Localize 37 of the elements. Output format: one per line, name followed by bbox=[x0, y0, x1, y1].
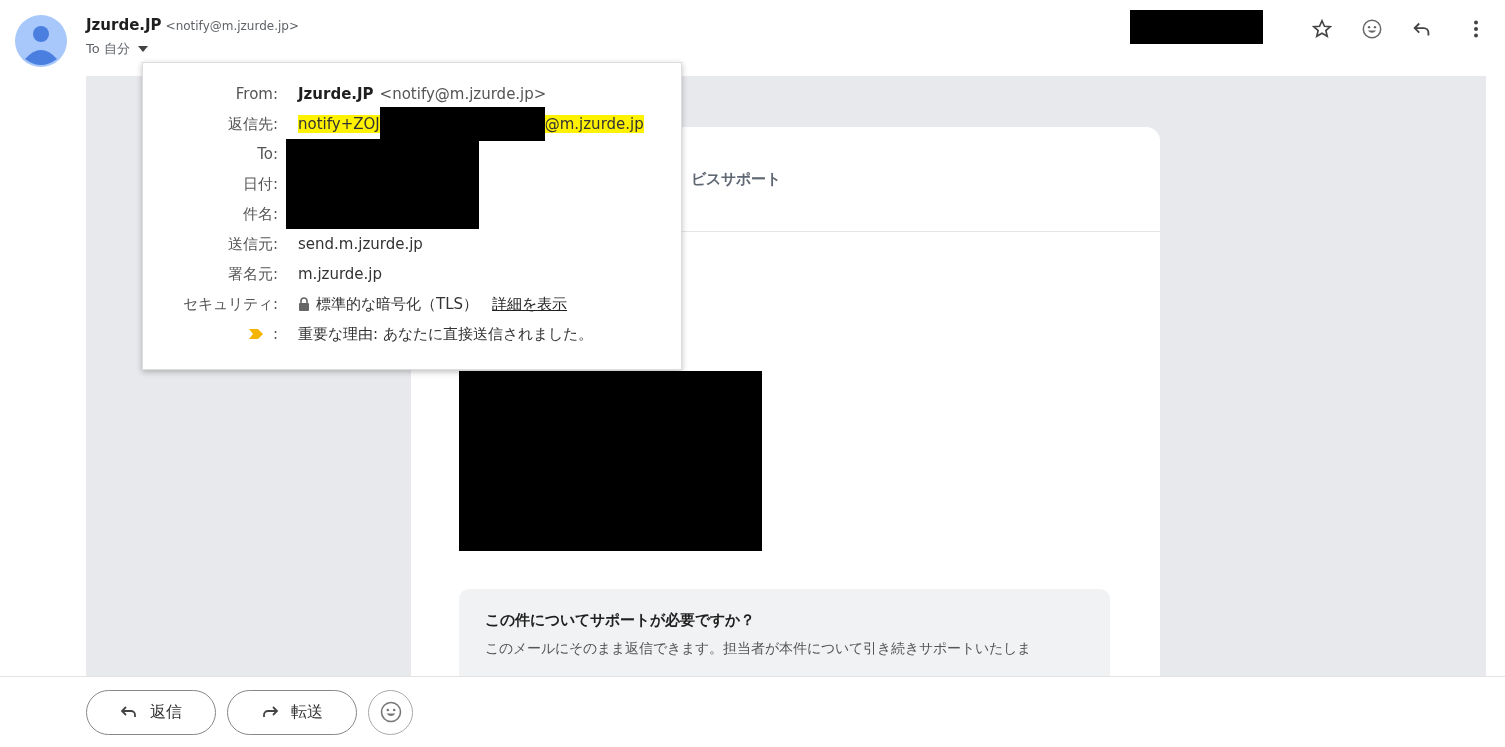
reply-to-address: notify+ZOJ bbox=[298, 115, 380, 133]
importance-marker-icon bbox=[248, 329, 263, 339]
more-icon[interactable] bbox=[1473, 20, 1479, 38]
field-label: 返信先: bbox=[227, 114, 278, 134]
field-label: 署名元: bbox=[227, 264, 278, 284]
sender-email: <notify@m.jzurde.jp> bbox=[165, 19, 300, 33]
support-text: このメールにそのまま返信できます。担当者が本件について引き続きサポートいたしま bbox=[485, 640, 1032, 658]
forward-icon bbox=[261, 705, 279, 719]
support-title: この件についてサポートが必要ですか？ bbox=[485, 611, 756, 630]
star-icon[interactable] bbox=[1311, 18, 1333, 40]
caret-icon[interactable] bbox=[137, 46, 148, 52]
field-label: To: bbox=[257, 145, 278, 163]
forward-button[interactable]: 転送 bbox=[227, 689, 357, 735]
reply-button[interactable]: 返信 bbox=[86, 689, 216, 735]
reply-to-domain: @m.jzurde.jp bbox=[544, 115, 644, 133]
field-label: セキュリティ: bbox=[182, 294, 278, 314]
banner-text: ビスサポート bbox=[691, 169, 781, 189]
field-value: 標準的な暗号化（TLS） bbox=[316, 294, 479, 314]
field-label: 日付: bbox=[242, 174, 278, 194]
recipient-label: To 自分 bbox=[86, 40, 130, 58]
field-label: 件名: bbox=[242, 204, 278, 224]
reply-icon bbox=[120, 705, 138, 719]
field-label: From: bbox=[235, 85, 278, 103]
sender-name: Jzurde.JP bbox=[298, 85, 374, 103]
emoji-icon[interactable] bbox=[1361, 18, 1383, 40]
sender-email: <notify@m.jzurde.jp> bbox=[379, 85, 547, 103]
field-label: 送信元: bbox=[227, 234, 278, 254]
avatar-icon bbox=[15, 15, 67, 67]
lock-icon bbox=[298, 297, 310, 311]
field-value: send.m.jzurde.jp bbox=[298, 235, 423, 253]
emoji-button[interactable] bbox=[368, 689, 413, 735]
field-label: : bbox=[272, 325, 278, 343]
details-link[interactable]: 詳細を表示 bbox=[492, 294, 568, 314]
emoji-icon bbox=[378, 700, 403, 724]
field-value: m.jzurde.jp bbox=[298, 265, 383, 283]
sender-name: Jzurde.JP bbox=[86, 16, 162, 34]
field-value: 重要な理由: あなたに直接送信されました。 bbox=[298, 324, 593, 344]
